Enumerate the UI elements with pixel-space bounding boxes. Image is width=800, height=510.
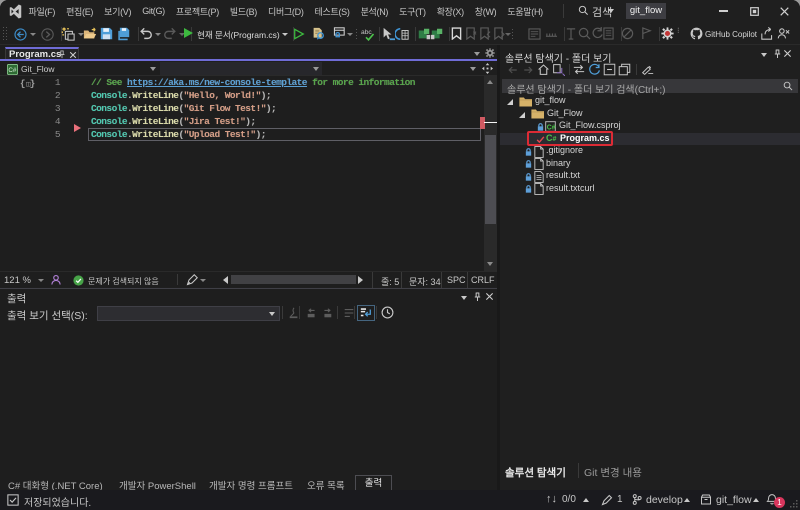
svg-text:abc: abc — [361, 29, 372, 36]
svg-text:C#: C# — [8, 66, 16, 73]
